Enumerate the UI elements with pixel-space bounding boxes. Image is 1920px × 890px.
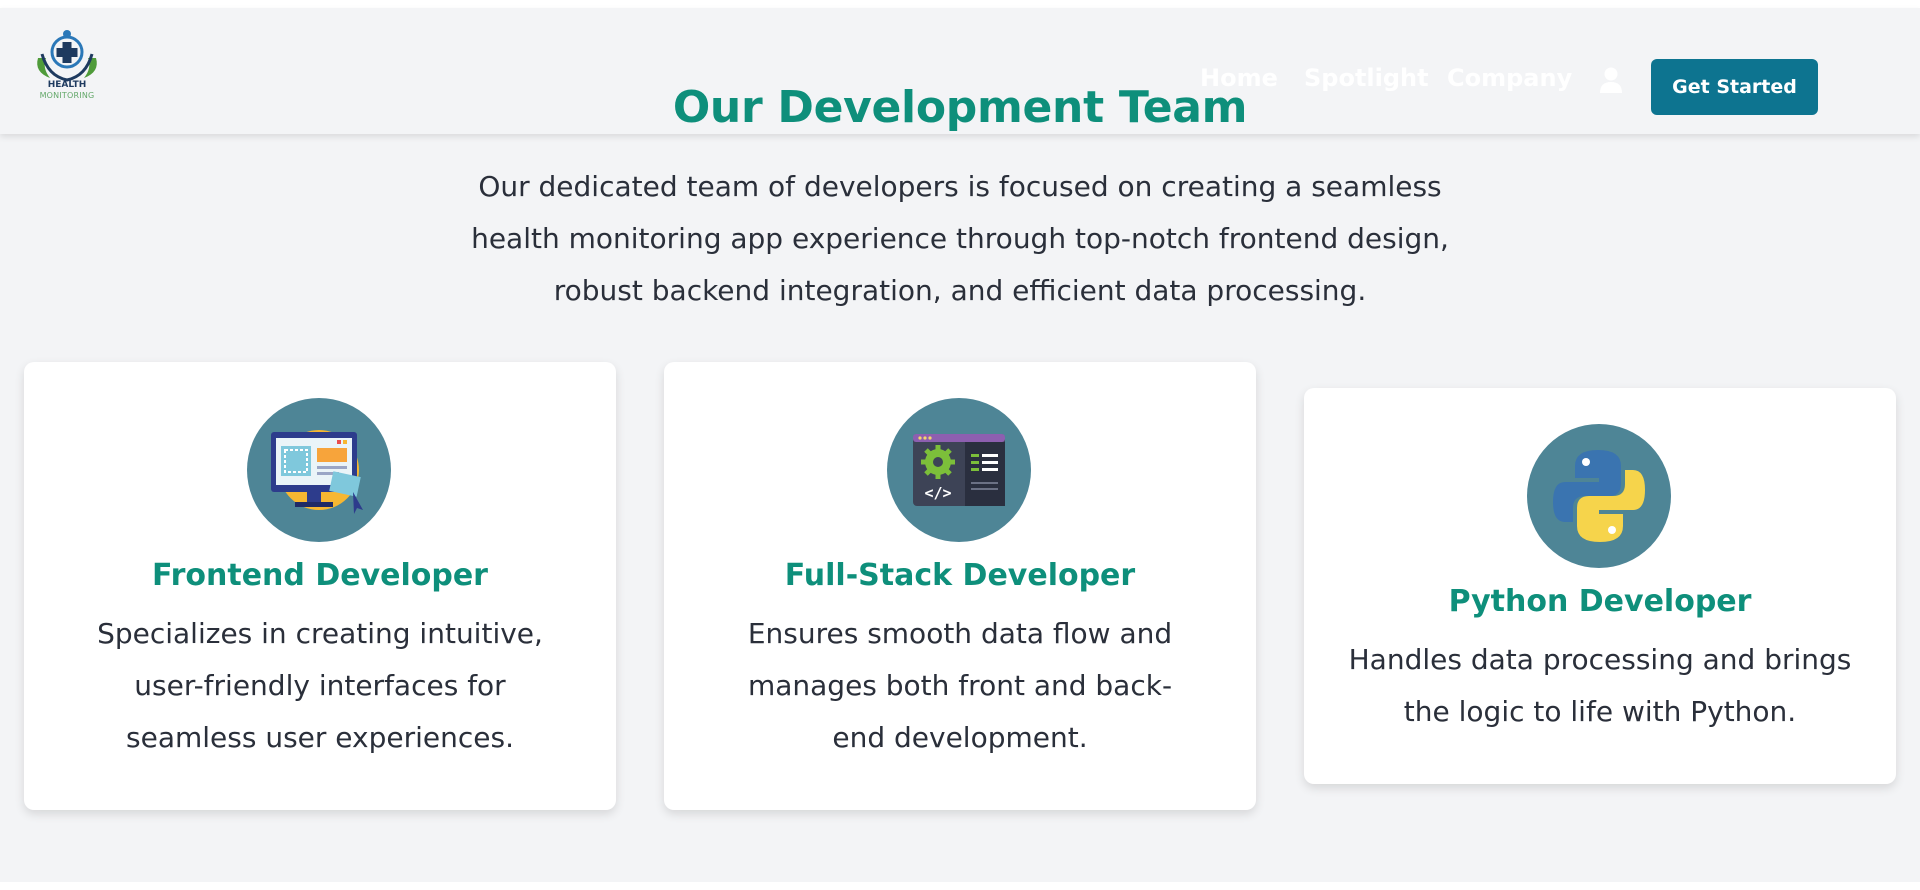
card-description: Specializes in creating intuitive, user-… xyxy=(97,617,543,754)
team-card-python: Python Developer Handles data processing… xyxy=(1304,388,1896,784)
desktop-computer-icon xyxy=(247,398,391,542)
page: HEALTH MONITORING Home Spotlight Company… xyxy=(0,8,1920,882)
logo-icon xyxy=(37,30,97,82)
python-logo-icon xyxy=(1527,424,1671,568)
section-intro: Our dedicated team of developers is focu… xyxy=(471,170,1449,307)
card-description: Ensures smooth data flow and manages bot… xyxy=(747,617,1173,754)
svg-text:</>: </> xyxy=(924,484,951,502)
card-role: Full-Stack Developer xyxy=(784,558,1136,593)
card-role: Frontend Developer xyxy=(152,558,488,593)
card-role: Python Developer xyxy=(1448,584,1752,619)
section-title: Our Development Team xyxy=(672,82,1248,133)
team-card-frontend: Frontend Developer Specializes in creati… xyxy=(24,362,616,810)
team-card-fullstack: </> Full-Stack Developer Ensures smooth … xyxy=(664,362,1256,810)
card-description: Handles data processing and brings the l… xyxy=(1348,643,1852,728)
code-window-icon: </> xyxy=(887,398,1031,542)
